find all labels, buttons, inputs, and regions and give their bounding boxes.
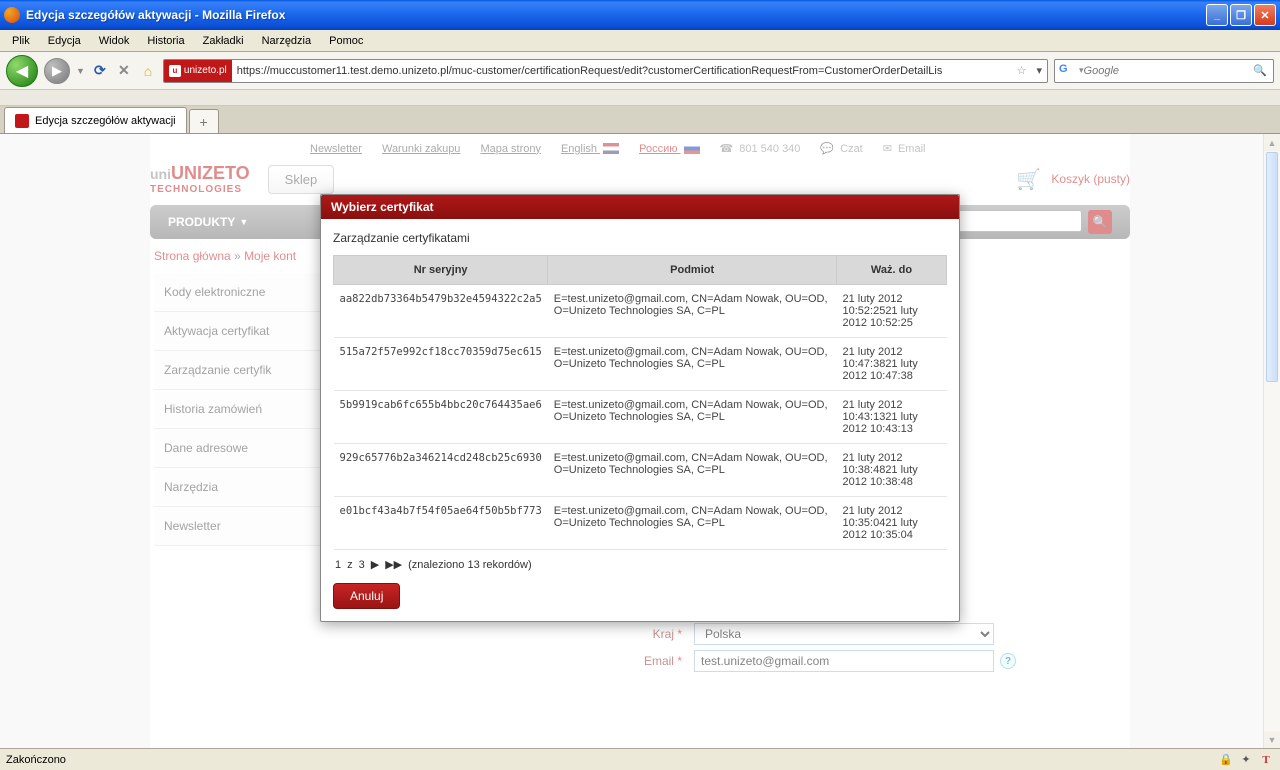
cell-valid: 21 luty 2012 10:52:2521 luty 2012 10:52:… xyxy=(837,285,947,338)
menu-history[interactable]: Historia xyxy=(139,33,192,49)
tab-title: Edycja szczegółów aktywacji xyxy=(35,115,176,127)
th-subject: Podmiot xyxy=(548,256,837,285)
menu-file[interactable]: Plik xyxy=(4,33,38,49)
tab-active[interactable]: Edycja szczegółów aktywacji xyxy=(4,107,187,133)
cell-subject: E=test.unizeto@gmail.com, CN=Adam Nowak,… xyxy=(548,285,837,338)
cell-serial: 5b9919cab6fc655b4bbc20c764435ae6 xyxy=(334,391,548,444)
pager-next-icon[interactable]: ▶ xyxy=(371,558,379,571)
google-icon[interactable]: G xyxy=(1059,63,1075,79)
menu-edit[interactable]: Edycja xyxy=(40,33,89,49)
site-identity[interactable]: u unizeto.pl xyxy=(164,60,232,82)
back-button[interactable]: ◀ xyxy=(6,55,38,87)
cell-subject: E=test.unizeto@gmail.com, CN=Adam Nowak,… xyxy=(548,444,837,497)
tab-bar: Edycja szczegółów aktywacji + xyxy=(0,106,1280,134)
pager-current: 1 xyxy=(335,559,341,571)
cell-serial: 515a72f57e992cf18cc70359d75ec615 xyxy=(334,338,548,391)
pager: 1 z 3 ▶ ▶▶ (znaleziono 13 rekordów) xyxy=(333,550,947,579)
certificate-modal: Wybierz certyfikat Zarządzanie certyfika… xyxy=(320,194,960,622)
menu-bar: Plik Edycja Widok Historia Zakładki Narz… xyxy=(0,30,1280,52)
cell-valid: 21 luty 2012 10:43:1321 luty 2012 10:43:… xyxy=(837,391,947,444)
status-bar: Zakończono 🔒 ✦ T xyxy=(0,748,1280,770)
menu-bookmarks[interactable]: Zakładki xyxy=(195,33,252,49)
close-button[interactable]: ✕ xyxy=(1254,4,1276,26)
cell-valid: 21 luty 2012 10:47:3821 luty 2012 10:47:… xyxy=(837,338,947,391)
pager-last-icon[interactable]: ▶▶ xyxy=(385,558,402,571)
cell-valid: 21 luty 2012 10:35:0421 luty 2012 10:35:… xyxy=(837,497,947,550)
toolbar-strip xyxy=(0,90,1280,106)
text-icon: T xyxy=(1258,752,1274,768)
home-button[interactable]: ⌂ xyxy=(139,62,157,80)
cell-valid: 21 luty 2012 10:38:4821 luty 2012 10:38:… xyxy=(837,444,947,497)
reload-button[interactable]: ⟳ xyxy=(91,62,109,80)
plugin-icon: ✦ xyxy=(1238,752,1254,768)
stop-button[interactable]: ✕ xyxy=(115,62,133,80)
cell-serial: 929c65776b2a346214cd248cb25c6930 xyxy=(334,444,548,497)
url-input[interactable] xyxy=(232,65,1012,77)
table-row[interactable]: aa822db73364b5479b32e4594322c2a5E=test.u… xyxy=(334,285,947,338)
tab-favicon-icon xyxy=(15,114,29,128)
lock-icon: 🔒 xyxy=(1218,752,1234,768)
pager-total: 3 xyxy=(359,559,365,571)
forward-button[interactable]: ▶ xyxy=(44,58,70,84)
content-viewport: Newsletter Warunki zakupu Mapa strony En… xyxy=(0,134,1280,748)
site-identity-label: unizeto.pl xyxy=(184,65,227,76)
favicon-icon: u xyxy=(169,65,181,77)
cell-serial: e01bcf43a4b7f54f05ae64f50b5bf773 xyxy=(334,497,548,550)
table-row[interactable]: 5b9919cab6fc655b4bbc20c764435ae6E=test.u… xyxy=(334,391,947,444)
firefox-icon xyxy=(4,7,20,23)
modal-subtitle: Zarządzanie certyfikatami xyxy=(333,231,947,245)
certificate-table: Nr seryjny Podmiot Waż. do aa822db73364b… xyxy=(333,255,947,550)
modal-title: Wybierz certyfikat xyxy=(321,195,959,219)
status-text: Zakończono xyxy=(6,754,66,766)
th-serial: Nr seryjny xyxy=(334,256,548,285)
th-valid: Waż. do xyxy=(837,256,947,285)
menu-tools[interactable]: Narzędzia xyxy=(254,33,320,49)
cell-serial: aa822db73364b5479b32e4594322c2a5 xyxy=(334,285,548,338)
table-row[interactable]: e01bcf43a4b7f54f05ae64f50b5bf773E=test.u… xyxy=(334,497,947,550)
cell-subject: E=test.unizeto@gmail.com, CN=Adam Nowak,… xyxy=(548,391,837,444)
window-titlebar: Edycja szczegółów aktywacji - Mozilla Fi… xyxy=(0,0,1280,30)
new-tab-button[interactable]: + xyxy=(189,109,219,133)
pager-found: (znaleziono 13 rekordów) xyxy=(408,559,532,571)
window-title: Edycja szczegółów aktywacji - Mozilla Fi… xyxy=(26,8,1206,22)
cell-subject: E=test.unizeto@gmail.com, CN=Adam Nowak,… xyxy=(548,497,837,550)
cancel-button[interactable]: Anuluj xyxy=(333,583,400,609)
url-dropdown-icon[interactable]: ▾ xyxy=(1031,64,1047,77)
table-row[interactable]: 929c65776b2a346214cd248cb25c6930E=test.u… xyxy=(334,444,947,497)
table-row[interactable]: 515a72f57e992cf18cc70359d75ec615E=test.u… xyxy=(334,338,947,391)
search-input[interactable] xyxy=(1084,65,1248,77)
minimize-button[interactable]: _ xyxy=(1206,4,1228,26)
browser-toolbar: ◀ ▶ ▼ ⟳ ✕ ⌂ u unizeto.pl ☆ ▾ G ▾ 🔍 xyxy=(0,52,1280,90)
search-icon[interactable]: 🔍 xyxy=(1247,64,1273,77)
maximize-button[interactable]: ❐ xyxy=(1230,4,1252,26)
url-bar[interactable]: u unizeto.pl ☆ ▾ xyxy=(163,59,1048,83)
pager-sep: z xyxy=(347,559,353,571)
menu-help[interactable]: Pomoc xyxy=(321,33,371,49)
menu-view[interactable]: Widok xyxy=(91,33,138,49)
search-bar[interactable]: G ▾ 🔍 xyxy=(1054,59,1274,83)
cell-subject: E=test.unizeto@gmail.com, CN=Adam Nowak,… xyxy=(548,338,837,391)
bookmark-star-icon[interactable]: ☆ xyxy=(1012,64,1032,77)
